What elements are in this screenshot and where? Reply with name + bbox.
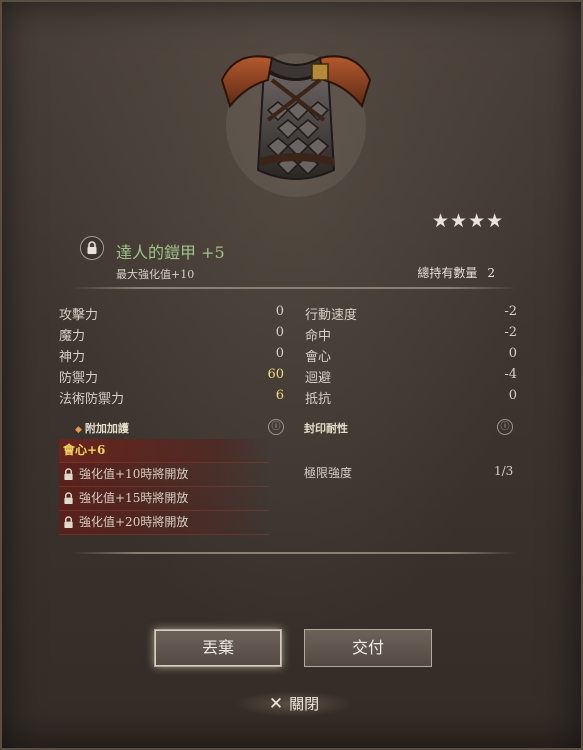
stat-row: 抵抗 0 xyxy=(305,388,517,409)
stat-value: -2 xyxy=(504,304,517,319)
stat-label: 法術防禦力 xyxy=(59,392,125,407)
diamond-icon: ◆ xyxy=(75,425,82,435)
divider-top xyxy=(72,287,517,289)
item-detail-panel: ★★★★ 達人的鎧甲 +5 最大強化值+10 總持有數量 2 攻擊力 0 魔力 0 神… xyxy=(0,0,583,750)
seal-info-icon[interactable]: ⓘ xyxy=(497,419,513,435)
stat-value: 6 xyxy=(275,388,284,403)
stats-left: 攻擊力 0 魔力 0 神力 0 防禦力 60 法術防禦力 6 xyxy=(59,304,284,409)
stat-value: 0 xyxy=(275,346,284,361)
stat-label: 行動速度 xyxy=(305,308,358,323)
bonus-title-text: 附加加護 xyxy=(84,422,129,435)
limit-strength-value: 1/3 xyxy=(494,464,514,478)
bonus-row-locked: 強化值+10時將開放 xyxy=(59,463,269,487)
bonus-list: 會心+6 強化值+10時將開放 強化值+15時將開放 強化值+20時將開放 xyxy=(59,439,269,535)
stat-label: 神力 xyxy=(59,350,86,365)
stat-row: 行動速度 -2 xyxy=(305,304,517,325)
bonus-row-locked: 強化值+15時將開放 xyxy=(59,487,269,511)
stat-row: 魔力 0 xyxy=(59,325,284,346)
stat-row: 防禦力 60 xyxy=(59,367,284,388)
stat-label: 魔力 xyxy=(59,329,86,344)
stat-label: 抵抗 xyxy=(305,392,332,407)
holding-count-value: 2 xyxy=(487,266,495,280)
max-enhance-label: 最大強化值+10 xyxy=(116,268,195,281)
bonus-row-text: 強化值+10時將開放 xyxy=(79,467,189,481)
bonus-row-text: 強化值+20時將開放 xyxy=(79,515,189,529)
item-lock-icon[interactable] xyxy=(80,236,104,260)
armor-item-image xyxy=(220,53,372,197)
lock-icon xyxy=(64,516,73,528)
stat-row: 神力 0 xyxy=(59,346,284,367)
stat-row: 迴避 -4 xyxy=(305,367,517,388)
stat-row: 會心 0 xyxy=(305,346,517,367)
stat-value: 0 xyxy=(508,346,517,361)
stat-value: 0 xyxy=(508,388,517,403)
stat-row: 法術防禦力 6 xyxy=(59,388,284,409)
stat-label: 會心 xyxy=(305,350,332,365)
stat-value: 60 xyxy=(267,367,284,382)
stat-label: 攻擊力 xyxy=(59,308,99,323)
limit-strength-label: 極限強度 xyxy=(304,466,353,480)
bonus-row-locked: 強化值+20時將開放 xyxy=(59,511,269,535)
close-button[interactable]: ✕ 關閉 xyxy=(234,691,354,717)
stat-label: 迴避 xyxy=(305,371,332,386)
stat-row: 攻擊力 0 xyxy=(59,304,284,325)
close-label: 關閉 xyxy=(289,695,320,713)
lock-icon xyxy=(64,468,73,480)
holding-count-label: 總持有數量 xyxy=(417,266,478,280)
bonus-section-title: ◆ 附加加護 xyxy=(75,420,129,436)
holding-count: 總持有數量 2 xyxy=(417,264,495,281)
stat-value: 0 xyxy=(275,304,284,319)
stat-row: 命中 -2 xyxy=(305,325,517,346)
close-icon: ✕ xyxy=(268,694,284,714)
rarity-stars: ★★★★ xyxy=(432,210,505,232)
stat-value: -2 xyxy=(504,325,517,340)
lock-icon xyxy=(64,492,73,504)
divider-bottom xyxy=(72,552,517,554)
stat-value: -4 xyxy=(504,367,517,382)
stat-label: 命中 xyxy=(305,329,332,344)
bonus-row-text: 強化值+15時將開放 xyxy=(79,491,189,505)
seal-section-title: 封印耐性 xyxy=(304,422,348,435)
bonus-row-active: 會心+6 xyxy=(59,439,269,463)
item-name: 達人的鎧甲 +5 xyxy=(116,243,225,262)
stat-label: 防禦力 xyxy=(59,371,99,386)
stats-right: 行動速度 -2 命中 -2 會心 0 迴避 -4 抵抗 0 xyxy=(305,304,517,409)
bonus-info-icon[interactable]: ⓘ xyxy=(268,419,284,435)
stat-value: 0 xyxy=(275,325,284,340)
deliver-button[interactable]: 交付 xyxy=(304,629,432,667)
discard-button[interactable]: 丟棄 xyxy=(154,629,282,667)
